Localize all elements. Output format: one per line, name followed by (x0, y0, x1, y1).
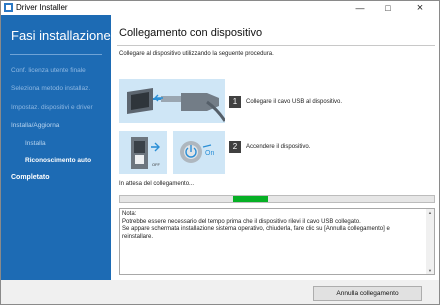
waiting-status: In attesa del collegamento... (119, 181, 195, 187)
step-auto-recognition: Riconoscimento auto (25, 157, 92, 164)
step-1-text: Collegare il cavo USB al dispositivo. (246, 99, 343, 105)
scroll-up-icon[interactable]: ▲ (426, 209, 434, 216)
close-icon[interactable]: × (409, 1, 431, 15)
app-icon (4, 3, 13, 12)
note-heading: Nota: (122, 211, 137, 217)
title-bar: Driver Installer — □ × (1, 1, 439, 15)
step-install-update: Installa/Aggiorna (11, 122, 60, 129)
page-title: Collegamento con dispositivo (119, 27, 263, 39)
minimize-icon[interactable]: — (349, 1, 371, 15)
step-device-driver-settings: Impostaz. dispositivi e driver (11, 104, 93, 111)
step-completed: Completato (11, 174, 50, 181)
steps-sidebar: Fasi installazione Conf. licenza utente … (1, 15, 111, 280)
installer-window: Driver Installer — □ × Fasi installazion… (0, 0, 440, 305)
cancel-connection-button[interactable]: Annulla collegamento (313, 286, 422, 301)
progress-fill (233, 196, 268, 202)
step-license: Conf. licenza utente finale (11, 67, 86, 74)
maximize-icon[interactable]: □ (377, 1, 399, 15)
step-2-badge: 2 (229, 141, 241, 153)
step-install: Installa (25, 140, 46, 147)
off-label: OFF (152, 162, 161, 167)
note-text: Nota: Potrebbe essere necessario del tem… (122, 211, 422, 241)
title-divider (117, 45, 435, 46)
scroll-down-icon[interactable]: ▼ (426, 267, 434, 274)
footer-bar: Annulla collegamento (1, 280, 439, 304)
step-install-method: Seleziona metodo installaz. (11, 85, 91, 92)
note-line-2: Se appare schermata installazione sistem… (122, 226, 392, 240)
intro-text: Collegare al dispositivo utilizzando la … (119, 51, 274, 57)
sidebar-divider (10, 54, 102, 55)
step-2-text: Accendere il dispositivo. (246, 144, 311, 150)
note-line-1: Potrebbe essere necessario del tempo pri… (122, 218, 361, 225)
window-title: Driver Installer (16, 3, 68, 12)
connection-progress-bar (119, 195, 435, 203)
note-scrollbar[interactable]: ▲ ▼ (426, 209, 434, 274)
note-box[interactable]: Nota: Potrebbe essere necessario del tem… (119, 208, 435, 275)
step-1-badge: 1 (229, 96, 241, 108)
on-label: On (205, 150, 214, 157)
connection-illustration: OFF On (119, 79, 225, 174)
main-panel: Collegamento con dispositivo Collegare a… (111, 15, 439, 280)
sidebar-title: Fasi installazione (11, 28, 111, 43)
